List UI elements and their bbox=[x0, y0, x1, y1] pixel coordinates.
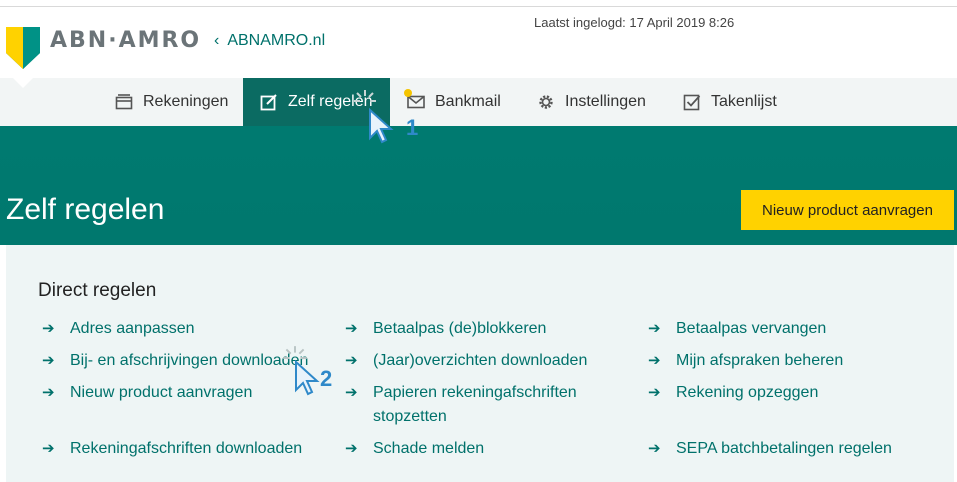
arrow-right-icon: ➔ bbox=[42, 440, 55, 457]
arrow-right-icon: ➔ bbox=[345, 352, 358, 369]
gear-icon bbox=[539, 95, 553, 109]
site-header: ABN·AMRO ‹ ABNAMRO.nl Laatst ingelogd: 1… bbox=[0, 7, 957, 78]
new-product-button[interactable]: Nieuw product aanvragen bbox=[741, 190, 954, 230]
main-navigation: Rekeningen Zelf regelen Bankmail Instell… bbox=[0, 78, 957, 126]
link-schade-melden[interactable]: ➔ Schade melden bbox=[345, 437, 484, 461]
arrow-right-icon: ➔ bbox=[648, 384, 661, 401]
edit-icon bbox=[260, 94, 277, 111]
back-link-label: ABNAMRO.nl bbox=[227, 32, 326, 49]
arrow-right-icon: ➔ bbox=[648, 440, 661, 457]
panel-title: Direct regelen bbox=[38, 280, 157, 301]
step-2-label: 2 bbox=[320, 366, 333, 391]
logo-wordmark: ABN·AMRO bbox=[50, 28, 202, 53]
nav-label: Rekeningen bbox=[143, 93, 229, 110]
arrow-right-icon: ➔ bbox=[42, 320, 55, 337]
arrow-right-icon: ➔ bbox=[42, 352, 55, 369]
arrow-right-icon: ➔ bbox=[345, 384, 358, 401]
page-title: Zelf regelen bbox=[6, 193, 165, 226]
notification-dot bbox=[404, 89, 412, 97]
nav-item-takenlijst[interactable]: Takenlijst bbox=[666, 78, 794, 126]
link-papieren-afschriften-stopzetten[interactable]: ➔ Papieren rekeningafschriften stopzetten bbox=[345, 381, 593, 429]
step-1-label: 1 bbox=[406, 115, 419, 140]
nav-item-instellingen[interactable]: Instellingen bbox=[520, 78, 663, 126]
arrow-right-icon: ➔ bbox=[648, 352, 661, 369]
page-hero: Zelf regelen Nieuw product aanvragen bbox=[0, 126, 957, 245]
top-border bbox=[0, 0, 957, 7]
link-rekening-opzeggen[interactable]: ➔ Rekening opzeggen bbox=[648, 381, 818, 405]
arrow-right-icon: ➔ bbox=[42, 384, 55, 401]
link-mijn-afspraken-beheren[interactable]: ➔ Mijn afspraken beheren bbox=[648, 349, 843, 373]
link-bij-afschrijvingen-downloaden[interactable]: ➔ Bij- en afschrijvingen downloaden bbox=[42, 349, 308, 373]
link-jaaroverzichten-downloaden[interactable]: ➔ (Jaar)overzichten downloaden bbox=[345, 349, 587, 373]
arrow-right-icon: ➔ bbox=[345, 440, 358, 457]
nav-item-rekeningen[interactable]: Rekeningen bbox=[98, 78, 245, 126]
nav-label: Bankmail bbox=[435, 93, 501, 110]
link-sepa-batchbetalingen[interactable]: ➔ SEPA batchbetalingen regelen bbox=[648, 437, 892, 461]
wallet-icon bbox=[115, 94, 133, 110]
nav-notch bbox=[13, 78, 33, 88]
nav-label: Takenlijst bbox=[711, 93, 777, 110]
link-nieuw-product-aanvragen[interactable]: ➔ Nieuw product aanvragen bbox=[42, 381, 252, 405]
abn-amro-logo-icon bbox=[6, 27, 40, 69]
direct-regelen-panel: Direct regelen ➔ Adres aanpassen ➔ Betaalp… bbox=[6, 245, 954, 482]
click-burst-icon bbox=[283, 346, 307, 359]
abnamro-home-link[interactable]: ‹ ABNAMRO.nl bbox=[214, 32, 325, 50]
link-rekeningafschriften-downloaden[interactable]: ➔ Rekeningafschriften downloaden bbox=[42, 437, 302, 461]
chevron-left-icon: ‹ bbox=[214, 32, 220, 49]
link-adres-aanpassen[interactable]: ➔ Adres aanpassen bbox=[42, 317, 195, 341]
nav-label: Instellingen bbox=[565, 93, 646, 110]
arrow-right-icon: ➔ bbox=[345, 320, 358, 337]
link-betaalpas-blokkeren[interactable]: ➔ Betaalpas (de)blokkeren bbox=[345, 317, 546, 341]
click-burst-icon bbox=[354, 90, 376, 102]
link-betaalpas-vervangen[interactable]: ➔ Betaalpas vervangen bbox=[648, 317, 826, 341]
checkbox-icon bbox=[683, 94, 701, 111]
arrow-right-icon: ➔ bbox=[648, 320, 661, 337]
last-login-text: Laatst ingelogd: 17 April 2019 8:26 bbox=[534, 15, 735, 30]
